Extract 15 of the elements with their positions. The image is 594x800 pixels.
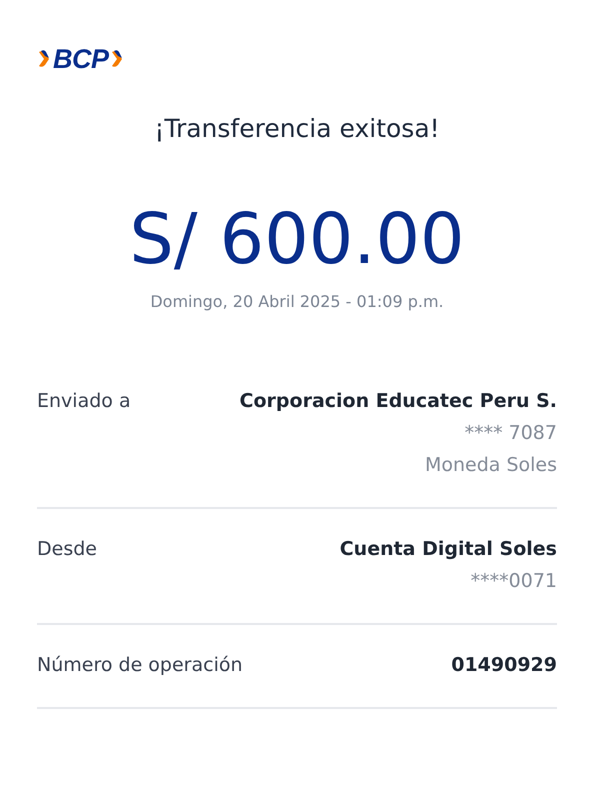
detail-value: Cuenta Digital Soles (340, 537, 557, 562)
transfer-date: Domingo, 20 Abril 2025 - 01:09 p.m. (149, 292, 445, 311)
detail-label: Número de operación (37, 653, 243, 678)
detail-value: ****0071 (470, 569, 557, 594)
amount: S/ 600.00 (128, 198, 466, 280)
bank-logo: BCP (53, 44, 109, 74)
detail-value: Moneda Soles (424, 453, 557, 478)
detail-label: Enviado a (37, 389, 131, 414)
detail-value: Corporacion Educatec Peru S. (240, 389, 557, 414)
chevron-icon (37, 48, 52, 70)
detail-label: Desde (37, 537, 97, 562)
success-title: ¡Transferencia exitosa! (153, 113, 441, 145)
detail-value: 01490929 (451, 653, 557, 678)
detail-value: **** 7087 (464, 421, 557, 446)
chevron-icon (110, 48, 125, 70)
